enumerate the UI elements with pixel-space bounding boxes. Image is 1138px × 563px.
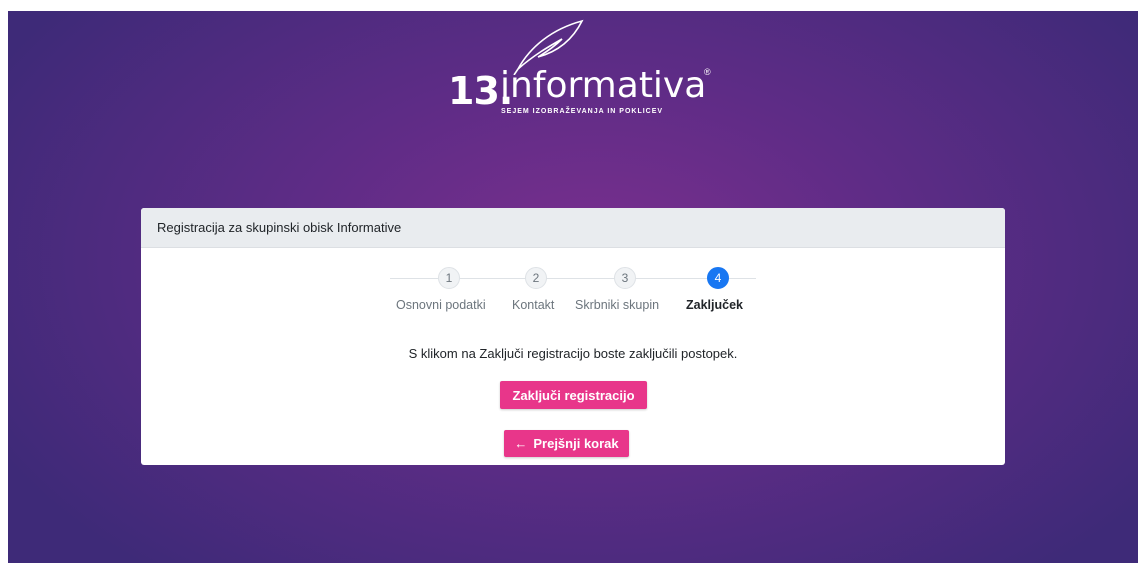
step-4-circle: 4 (707, 267, 729, 289)
step-4-label: Zaključek (686, 298, 743, 312)
card-title: Registracija za skupinski obisk Informat… (157, 220, 402, 235)
arrow-left-icon: ← (514, 436, 528, 451)
step-3-label: Skrbniki skupin (575, 298, 660, 312)
progress-stepper: 1 2 3 4 Osnovni podatki Kontakt Skrbniki… (390, 266, 756, 316)
logo-tagline: SEJEM IZOBRAŽEVANJA IN POKLICEV (501, 108, 664, 115)
logo-wordmark: informativa (500, 65, 707, 106)
confirmation-message: S klikom na Zaključi registracijo boste … (408, 346, 738, 361)
previous-step-label: Prejšnji korak (533, 436, 619, 451)
registered-mark: ® (704, 67, 711, 77)
step-2-label: Kontakt (512, 298, 555, 312)
step-1-label: Osnovni podatki (396, 298, 486, 312)
finish-registration-button[interactable]: Zaključi registracijo (500, 381, 647, 409)
step-1-circle: 1 (438, 267, 460, 289)
registration-card: Registracija za skupinski obisk Informat… (141, 208, 1005, 465)
step-3-circle: 3 (614, 267, 636, 289)
informativa-logo: 13. informativa ® SEJEM IZOBRAŽEVANJA IN… (448, 19, 728, 129)
step-2-circle: 2 (525, 267, 547, 289)
previous-step-button[interactable]: ← Prejšnji korak (504, 430, 629, 457)
card-header: Registracija za skupinski obisk Informat… (141, 208, 1005, 248)
